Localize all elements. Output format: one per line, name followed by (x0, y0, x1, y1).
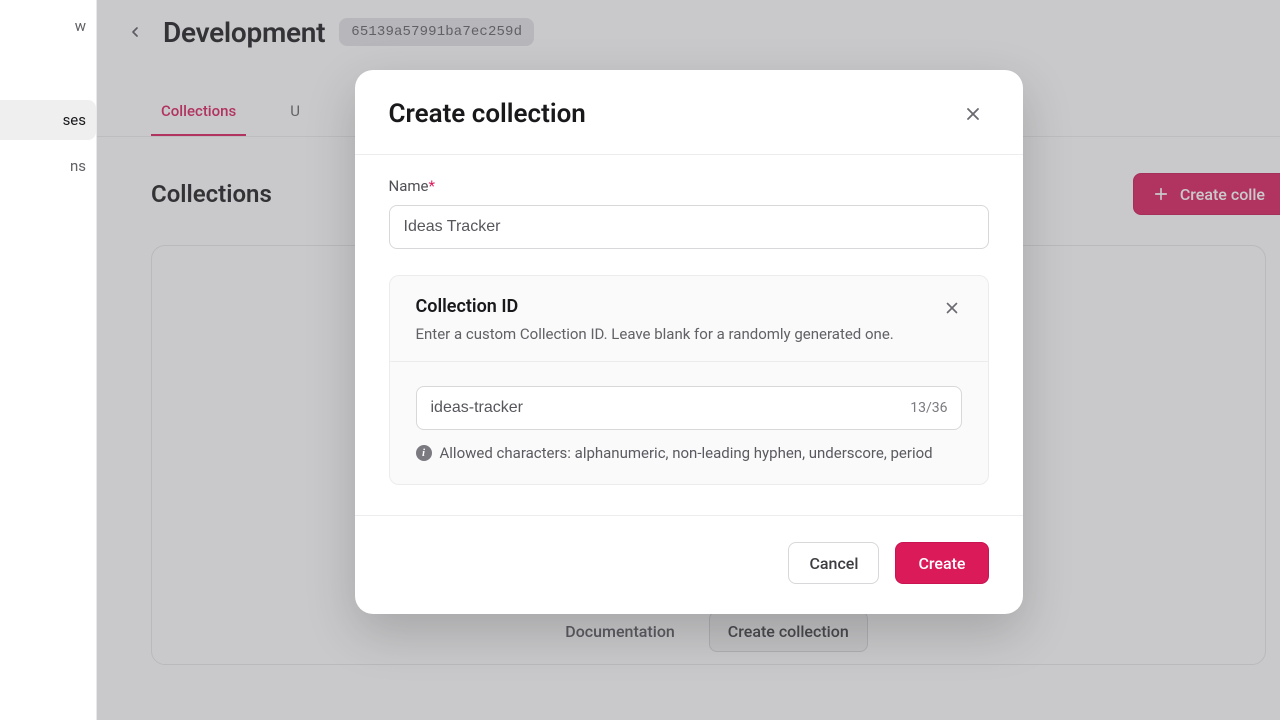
sidebar-item[interactable]: w (0, 6, 96, 46)
sidebar-item[interactable]: ns (0, 146, 96, 186)
collection-id-title: Collection ID (416, 296, 962, 317)
collection-id-hint: i Allowed characters: alphanumeric, non-… (416, 444, 962, 462)
name-label: Name* (389, 177, 989, 195)
sidebar: w ses ns (0, 0, 97, 720)
cancel-button[interactable]: Cancel (788, 542, 879, 584)
modal-title: Create collection (389, 99, 586, 129)
collection-id-counter: 13/36 (910, 400, 947, 416)
close-icon (943, 299, 961, 317)
sidebar-item-label: w (75, 17, 86, 35)
modal-overlay[interactable]: Create collection Name* Collection ID En… (97, 0, 1280, 720)
create-button[interactable]: Create (895, 542, 988, 584)
name-label-text: Name (389, 177, 429, 195)
sidebar-item[interactable]: ses (0, 100, 96, 140)
sidebar-item-label: ns (70, 157, 86, 175)
required-asterisk: * (428, 177, 434, 195)
create-collection-modal: Create collection Name* Collection ID En… (355, 70, 1023, 614)
collection-id-card: Collection ID Enter a custom Collection … (389, 275, 989, 485)
collection-id-description: Enter a custom Collection ID. Leave blan… (416, 325, 962, 343)
collection-id-dismiss-button[interactable] (938, 294, 966, 322)
collection-id-input[interactable] (416, 386, 962, 430)
modal-close-button[interactable] (957, 98, 989, 130)
name-input[interactable] (389, 205, 989, 249)
collection-id-hint-text: Allowed characters: alphanumeric, non-le… (440, 444, 933, 462)
close-icon (963, 104, 983, 124)
main: Development 65139a57991ba7ec259d Collect… (97, 0, 1280, 720)
info-icon: i (416, 445, 432, 461)
sidebar-item-label: ses (63, 111, 86, 129)
